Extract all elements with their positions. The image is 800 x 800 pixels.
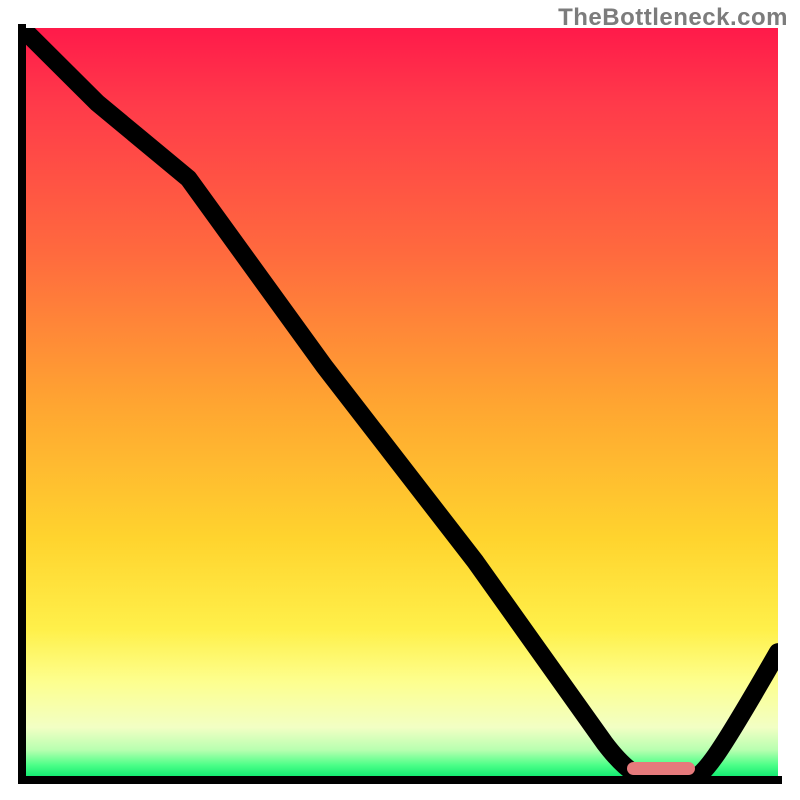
plot-area — [22, 28, 778, 780]
bottleneck-curve — [22, 28, 778, 780]
chart-container: TheBottleneck.com — [0, 0, 800, 800]
optimal-range-marker — [627, 762, 695, 775]
curve-path — [22, 28, 778, 780]
